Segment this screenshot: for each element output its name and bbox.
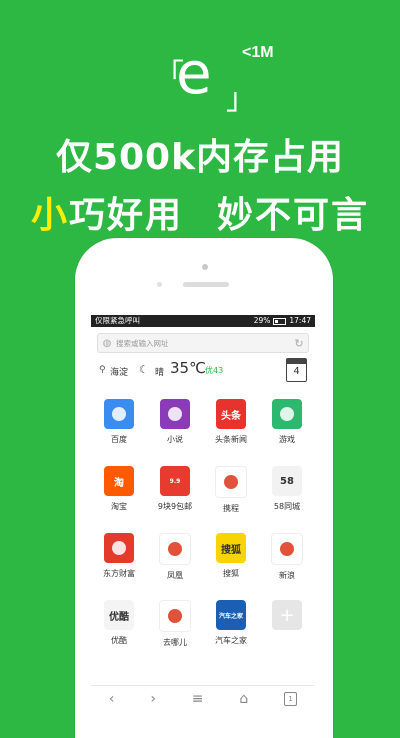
app-icon-glyph: 淘 [114, 477, 124, 489]
jiukuaijiu-icon: 9.9 [160, 466, 190, 496]
back-icon[interactable]: ‹ [109, 691, 115, 707]
app-label: 携程 [223, 504, 239, 513]
book-icon [160, 399, 190, 429]
moon-icon: ☾ [139, 363, 149, 376]
app-icon-glyph: 9.9 [169, 477, 181, 485]
weather-city: 海淀 [110, 368, 129, 378]
app-tile[interactable]: 汽车之家 汽车之家 [203, 600, 259, 667]
search-bar[interactable]: ◍ 搜索或输入网址 ↻ [97, 333, 309, 353]
app-label: 优酷 [111, 636, 127, 645]
app-tile[interactable]: 百度 [91, 399, 147, 466]
app-tile[interactable]: 凤凰 [147, 533, 203, 600]
logo-bracket-right: 」 [226, 82, 256, 117]
globe-icon: ◍ [102, 337, 112, 349]
ifeng-icon [159, 533, 191, 565]
weather-temperature: 35℃ [170, 359, 206, 377]
camera-dot [202, 264, 208, 270]
app-tile[interactable]: 去哪儿 [147, 600, 203, 667]
bottom-nav: ‹ › ≡ ⌂ 1 [91, 685, 315, 711]
headline-line2: 小巧好用 妙不可言 [0, 186, 400, 238]
taobao-icon: 淘 [104, 466, 134, 496]
search-input[interactable]: 搜索或输入网址 [116, 338, 290, 349]
app-tile[interactable]: 搜狐 搜狐 [203, 533, 259, 600]
app-tile[interactable]: 头条 头条新闻 [203, 399, 259, 466]
autohome-icon: 汽车之家 [216, 600, 246, 630]
app-label: 凤凰 [167, 571, 183, 580]
app-logo: 「 e 」 <1M [150, 38, 290, 117]
reload-icon[interactable]: ↻ [290, 337, 308, 350]
status-left-text: 仅限紧急呼叫 [95, 316, 140, 325]
app-tile[interactable]: 携程 [203, 466, 259, 533]
ctrip-icon [215, 466, 247, 498]
app-tile[interactable]: + [259, 600, 315, 667]
tabs-icon[interactable]: 1 [284, 692, 298, 706]
calendar-icon[interactable]: 4 [286, 358, 307, 382]
app-tile[interactable]: 9.9 9块9包邮 [147, 466, 203, 533]
58-icon: 58 [272, 466, 302, 496]
status-bar: 仅限紧急呼叫 29% 17:47 [91, 315, 315, 327]
toutiao-icon: 头条 [216, 399, 246, 429]
app-label: 小说 [167, 435, 183, 444]
gamepad-icon [272, 399, 302, 429]
air-quality: 优43 [205, 366, 224, 375]
app-label: 新浪 [279, 571, 295, 580]
app-tile[interactable]: 小说 [147, 399, 203, 466]
menu-icon[interactable]: ≡ [192, 691, 204, 707]
app-icon-glyph: + [279, 604, 295, 626]
app-icon-glyph: 优酷 [109, 611, 129, 623]
app-label: 搜狐 [223, 569, 239, 578]
app-label: 百度 [111, 435, 127, 444]
weather-condition: 晴 [155, 368, 165, 378]
app-tile[interactable]: 东方财富 [91, 533, 147, 600]
add-icon: + [272, 600, 302, 630]
home-icon[interactable]: ⌂ [239, 691, 248, 707]
youku-icon: 优酷 [104, 600, 134, 630]
sensor-dot [157, 282, 162, 287]
app-tile[interactable]: 优酷 优酷 [91, 600, 147, 667]
app-label: 9块9包邮 [157, 502, 193, 511]
app-tile[interactable]: 淘淘宝 [91, 466, 147, 533]
headline-rest: 巧好用 [68, 195, 183, 236]
app-grid: 百度 小说 头条 头条新闻 游戏淘淘宝 9.9 9块9包邮 携程 58 58同城 东方财富 凤凰 搜狐搜… [91, 399, 315, 667]
app-icon-glyph: 汽车之家 [218, 612, 243, 620]
app-label: 58同城 [273, 502, 301, 511]
headline-highlight: 小 [30, 195, 69, 236]
app-tile[interactable]: 游戏 [259, 399, 315, 466]
app-label: 去哪儿 [163, 638, 187, 647]
speaker-slot [183, 282, 229, 287]
logo-size-note: <1M [242, 44, 274, 61]
eastmoney-icon [104, 533, 134, 563]
app-label: 头条新闻 [215, 435, 247, 444]
calendar-day: 4 [293, 366, 300, 377]
app-tile[interactable]: 新浪 [259, 533, 315, 600]
status-time: 17:47 [289, 316, 311, 325]
logo-letter: e [176, 39, 212, 107]
app-label: 淘宝 [111, 502, 127, 511]
battery-icon [273, 317, 287, 325]
qunar-icon [159, 600, 191, 632]
location-pin-icon: ⚲ [99, 365, 106, 375]
sohu-icon: 搜狐 [216, 533, 246, 563]
battery-percent: 29% [253, 316, 271, 325]
app-label: 汽车之家 [215, 636, 247, 645]
phone-screen: 仅限紧急呼叫 29% 17:47 ◍ 搜索或输入网址 ↻ ⚲ 海淀 ☾ 晴 35… [91, 315, 315, 711]
headline-second: 妙不可言 [217, 195, 370, 236]
app-icon-glyph: 58 [280, 475, 294, 487]
forward-icon[interactable]: › [150, 691, 156, 707]
weather-widget[interactable]: ⚲ 海淀 ☾ 晴 35℃ 优43 4 [91, 355, 315, 391]
app-label: 游戏 [279, 435, 295, 444]
sina-weibo-icon [271, 533, 303, 565]
app-tile[interactable]: 58 58同城 [259, 466, 315, 533]
app-icon-glyph: 头条 [221, 410, 241, 422]
app-label: 东方财富 [103, 569, 135, 578]
app-icon-glyph: 搜狐 [221, 544, 241, 556]
baidu-icon [104, 399, 134, 429]
headline-line1: 仅500k内存占用 [55, 137, 345, 178]
